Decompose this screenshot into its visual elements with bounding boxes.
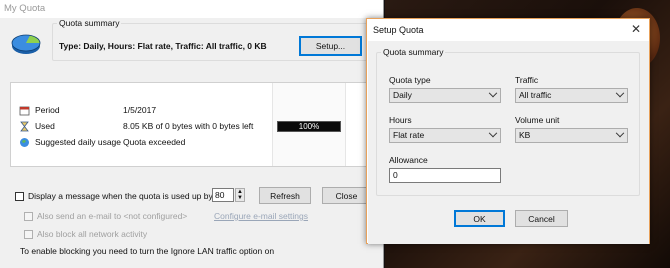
block-network-checkbox[interactable]: Also block all network activity xyxy=(24,229,147,239)
hourglass-icon xyxy=(20,121,29,132)
traffic-select[interactable]: All traffic xyxy=(515,88,628,103)
usage-info-panel: Period 1/5/2017 Used 8.05 KB of 0 bytes … xyxy=(10,82,372,167)
setup-quota-dialog: Setup Quota ✕ Quota summary Quota type D… xyxy=(366,18,650,244)
period-value: 1/5/2017 xyxy=(123,105,157,115)
hours-label: Hours xyxy=(389,115,412,125)
checkbox-box[interactable] xyxy=(15,191,24,201)
percent-spinner[interactable]: ▲ ▼ xyxy=(235,188,245,202)
window-title: My Quota xyxy=(0,0,383,18)
globe-icon xyxy=(20,138,29,147)
calendar-icon xyxy=(19,106,30,116)
send-email-label: Also send an e-mail to <not configured> xyxy=(37,211,188,221)
close-icon[interactable]: ✕ xyxy=(629,22,643,36)
checkbox-box[interactable] xyxy=(24,211,33,221)
configure-email-link[interactable]: Configure e-mail settings xyxy=(214,211,308,221)
main-client-area: Quota summary Type: Daily, Hours: Flat r… xyxy=(0,18,383,268)
block-network-label: Also block all network activity xyxy=(37,229,148,239)
allowance-input[interactable]: 0 xyxy=(389,168,501,183)
refresh-button[interactable]: Refresh xyxy=(259,187,311,204)
close-button[interactable]: Close xyxy=(322,187,371,204)
setup-group-label: Quota summary xyxy=(381,47,446,57)
percent-input[interactable]: 80 xyxy=(212,188,234,202)
setup-quota-summary-group: Quota summary Quota type Daily Traffic A… xyxy=(376,47,640,196)
dialog-client-area: Quota summary Quota type Daily Traffic A… xyxy=(368,41,649,244)
chevron-down-icon xyxy=(615,88,625,98)
quota-type-label: Quota type xyxy=(389,75,431,85)
quota-pie-icon xyxy=(11,34,41,54)
used-value: 8.05 KB of 0 bytes with 0 bytes left xyxy=(123,121,254,131)
dialog-title: Setup Quota xyxy=(373,25,424,35)
send-email-checkbox[interactable]: Also send an e-mail to <not configured> xyxy=(24,211,187,221)
traffic-label: Traffic xyxy=(515,75,539,85)
hours-select[interactable]: Flat rate xyxy=(389,128,501,143)
quota-type-value: Daily xyxy=(393,90,412,100)
suggested-usage-value: Quota exceeded xyxy=(123,137,186,147)
setup-button[interactable]: Setup... xyxy=(299,36,362,56)
used-label: Used xyxy=(35,121,55,131)
quota-summary-text: Type: Daily, Hours: Flat rate, Traffic: … xyxy=(59,41,267,51)
allowance-label: Allowance xyxy=(389,155,428,165)
my-quota-window: My Quota Quota summary Type: Daily, Hour… xyxy=(0,0,384,268)
chevron-down-icon xyxy=(615,128,625,138)
dialog-titlebar: Setup Quota ✕ xyxy=(367,19,649,41)
volume-unit-label: Volume unit xyxy=(515,115,560,125)
chevron-down-icon xyxy=(488,88,498,98)
volume-unit-value: KB xyxy=(519,130,531,140)
footer-note: To enable blocking you need to turn the … xyxy=(20,246,275,256)
progress-percent-text: 100% xyxy=(298,122,320,131)
quota-summary-group: Quota summary Type: Daily, Hours: Flat r… xyxy=(52,18,372,61)
quota-summary-label: Quota summary xyxy=(57,18,122,28)
suggested-row: Suggested daily usage Quota exceeded xyxy=(11,136,371,150)
period-row: Period 1/5/2017 xyxy=(11,104,371,118)
hours-value: Flat rate xyxy=(393,130,425,140)
traffic-value: All traffic xyxy=(519,90,552,100)
display-message-checkbox[interactable]: Display a message when the quota is used… xyxy=(15,191,224,201)
cancel-button[interactable]: Cancel xyxy=(515,210,568,227)
display-message-label: Display a message when the quota is used… xyxy=(28,191,225,201)
usage-progress-bar: 100% xyxy=(277,121,341,132)
checkbox-box[interactable] xyxy=(24,229,33,239)
period-label: Period xyxy=(35,105,60,115)
chevron-down-icon xyxy=(488,128,498,138)
quota-type-select[interactable]: Daily xyxy=(389,88,501,103)
suggested-usage-label: Suggested daily usage xyxy=(35,137,122,147)
ok-button[interactable]: OK xyxy=(454,210,505,227)
volume-unit-select[interactable]: KB xyxy=(515,128,628,143)
